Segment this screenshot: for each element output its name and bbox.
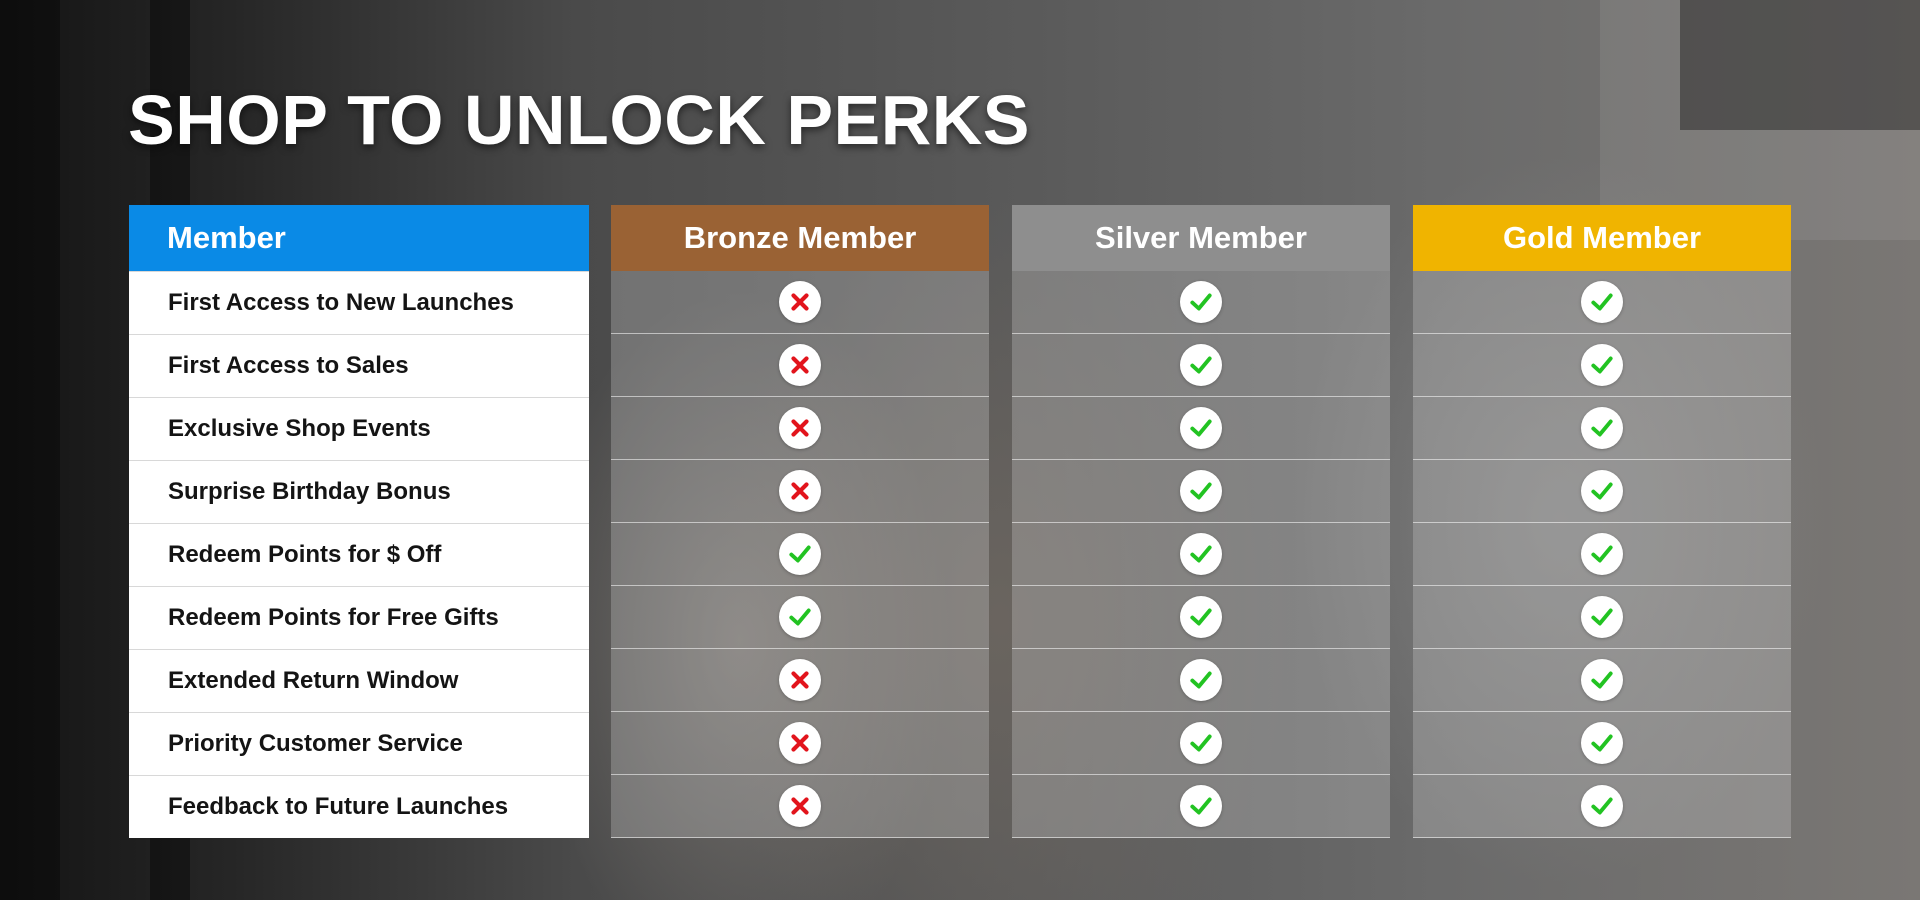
check-icon [1180, 785, 1222, 827]
cross-icon [779, 344, 821, 386]
tier-header-silver: Silver Member [1012, 205, 1390, 271]
tier-cell [1012, 712, 1390, 775]
tier-cell [1012, 460, 1390, 523]
page-title: SHOP TO UNLOCK PERKS [128, 81, 1030, 159]
feature-row: Priority Customer Service [129, 712, 589, 775]
tier-column-gold: Gold Member [1413, 205, 1791, 838]
tier-cell [1012, 649, 1390, 712]
tier-cell [611, 460, 989, 523]
tier-cell [1413, 523, 1791, 586]
feature-row: First Access to New Launches [129, 271, 589, 334]
tier-cell [611, 712, 989, 775]
background-window-frame [0, 0, 60, 900]
feature-row: Extended Return Window [129, 649, 589, 712]
tier-header-gold: Gold Member [1413, 205, 1791, 271]
feature-row: Feedback to Future Launches [129, 775, 589, 838]
check-icon [1581, 407, 1623, 449]
tier-cell [611, 523, 989, 586]
tier-cell [1413, 334, 1791, 397]
check-icon [1581, 722, 1623, 764]
check-icon [1581, 533, 1623, 575]
tier-cell [611, 334, 989, 397]
feature-row: Redeem Points for $ Off [129, 523, 589, 586]
tier-cell [611, 649, 989, 712]
check-icon [1180, 596, 1222, 638]
tier-cell [1012, 334, 1390, 397]
check-icon [1180, 659, 1222, 701]
tier-column-bronze: Bronze Member [611, 205, 989, 838]
cross-icon [779, 470, 821, 512]
tier-cell [611, 775, 989, 838]
tier-cell [611, 586, 989, 649]
check-icon [1180, 533, 1222, 575]
cross-icon [779, 659, 821, 701]
feature-row: Exclusive Shop Events [129, 397, 589, 460]
check-icon [1581, 344, 1623, 386]
tier-cell [611, 397, 989, 460]
tier-cell [1012, 586, 1390, 649]
feature-row: Redeem Points for Free Gifts [129, 586, 589, 649]
tier-cell [1413, 397, 1791, 460]
cross-icon [779, 722, 821, 764]
check-icon [779, 533, 821, 575]
tier-cell [1012, 271, 1390, 334]
check-icon [1581, 281, 1623, 323]
tier-cell [1012, 775, 1390, 838]
check-icon [1180, 407, 1222, 449]
cross-icon [779, 281, 821, 323]
check-icon [1581, 470, 1623, 512]
check-icon [1180, 344, 1222, 386]
check-icon [779, 596, 821, 638]
feature-row: First Access to Sales [129, 334, 589, 397]
tier-column-silver: Silver Member [1012, 205, 1390, 838]
feature-column-header: Member [129, 205, 589, 271]
check-icon [1581, 596, 1623, 638]
tier-cell [1012, 397, 1390, 460]
feature-row: Surprise Birthday Bonus [129, 460, 589, 523]
tier-cell [1012, 523, 1390, 586]
tier-cell [1413, 271, 1791, 334]
feature-column: Member First Access to New Launches Firs… [129, 205, 589, 838]
tier-cell [1413, 460, 1791, 523]
cross-icon [779, 785, 821, 827]
check-icon [1180, 281, 1222, 323]
check-icon [1581, 785, 1623, 827]
check-icon [1180, 722, 1222, 764]
tier-cell [1413, 649, 1791, 712]
tier-cell [1413, 712, 1791, 775]
check-icon [1581, 659, 1623, 701]
tier-cell [1413, 775, 1791, 838]
tier-header-bronze: Bronze Member [611, 205, 989, 271]
cross-icon [779, 407, 821, 449]
tier-cell [611, 271, 989, 334]
background-ceiling-beam [1680, 0, 1920, 130]
tier-cell [1413, 586, 1791, 649]
check-icon [1180, 470, 1222, 512]
